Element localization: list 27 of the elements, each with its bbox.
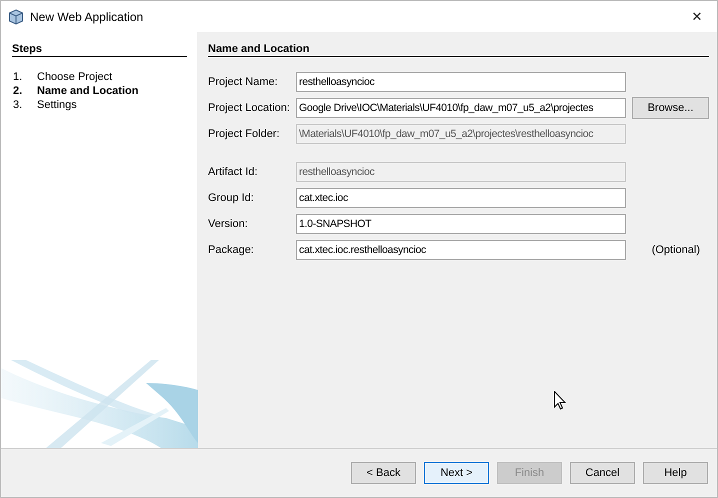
text-field[interactable]: resthelloasyncioc	[296, 72, 626, 92]
text-field[interactable]: 1.0-SNAPSHOT	[296, 214, 626, 234]
mouse-pointer-icon	[554, 391, 566, 410]
field-label: Project Location:	[208, 102, 291, 114]
window-title: New Web Application	[30, 10, 144, 24]
dialog-button[interactable]: Next >	[424, 462, 489, 484]
section-heading: Name and Location	[208, 43, 709, 57]
field-label: Package:	[208, 244, 255, 256]
field-label: Artifact Id:	[208, 166, 259, 178]
dialog-button[interactable]: Cancel	[570, 462, 635, 484]
steps-heading: Steps	[12, 43, 187, 57]
dialog-button[interactable]: Help	[643, 462, 708, 484]
dialog-button[interactable]: < Back	[351, 462, 416, 484]
field-label: Group Id:	[208, 192, 255, 204]
field-label: Project Name:	[208, 76, 279, 88]
close-button[interactable]: ✕	[677, 2, 717, 32]
cube-icon	[8, 8, 24, 24]
text-field[interactable]: cat.xtec.ioc.resthelloasyncioc	[296, 240, 626, 260]
optional-note: (Optional)	[652, 244, 700, 256]
text-field[interactable]: Google Drive\IOC\Materials\UF4010\fp_daw_m07_u5_a2\projectes	[296, 98, 626, 118]
field-label: Version:	[208, 218, 249, 230]
field-label: Project Folder:	[208, 128, 281, 140]
step-item: 1. Choose Project	[13, 70, 114, 84]
step-item: 2. Name and Location	[13, 84, 140, 98]
browse-button[interactable]: Browse...	[632, 97, 709, 119]
step-item: 3. Settings	[13, 98, 78, 112]
text-field[interactable]: cat.xtec.ioc	[296, 188, 626, 208]
